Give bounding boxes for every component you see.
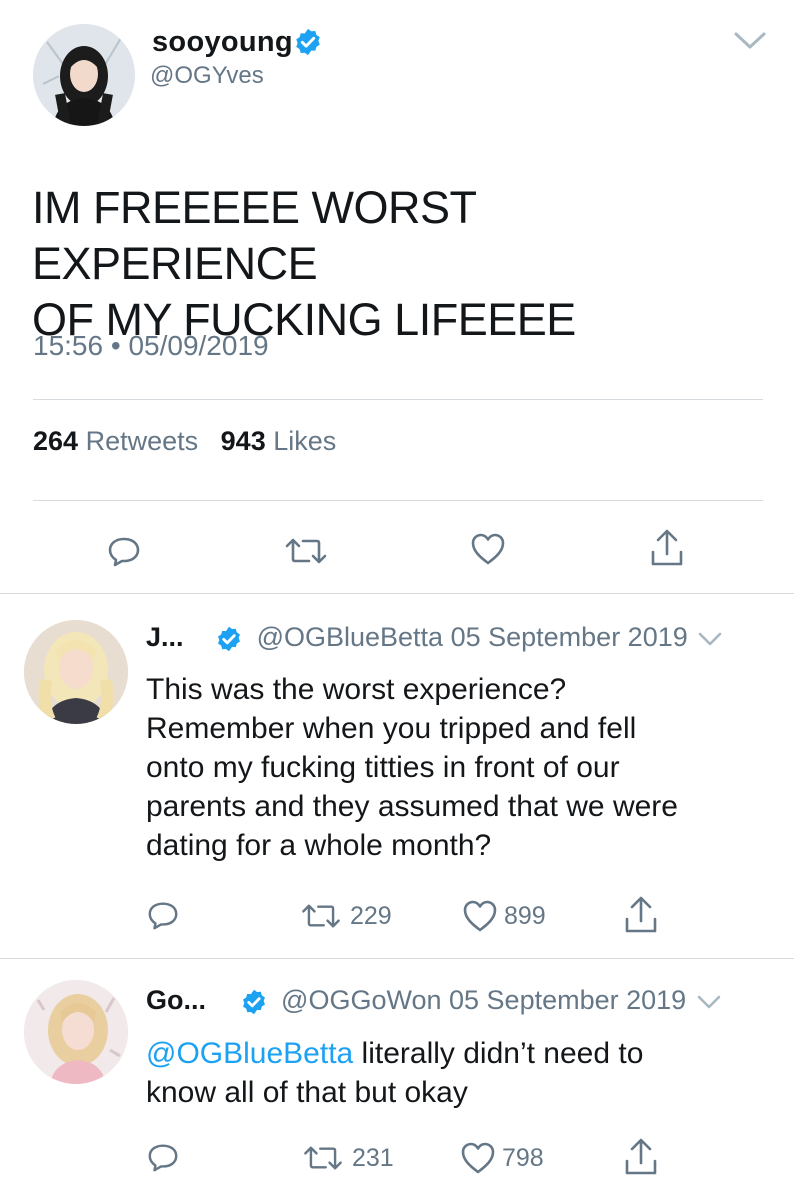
avatar-image [24, 620, 128, 724]
avatar-image [24, 980, 128, 1084]
verified-badge-icon [296, 28, 320, 56]
retweets-label[interactable]: Retweets [86, 426, 199, 456]
like-count: 899 [504, 902, 546, 930]
reply-author-handle[interactable]: @OGBlueBetta [257, 622, 444, 652]
reply-icon[interactable] [146, 1140, 180, 1174]
divider [0, 958, 794, 959]
reply-author-handle[interactable]: @OGGoWon [281, 985, 441, 1015]
reply-author-name[interactable]: Go... [146, 985, 206, 1015]
retweet-icon[interactable] [302, 1145, 344, 1171]
tweet-stats: 264 Retweets 943 Likes [33, 426, 336, 457]
divider [33, 500, 763, 501]
reply-text-line: This was the worst experience? [146, 673, 567, 706]
reply-text-line: parents and they assumed that we were [146, 790, 678, 823]
likes-count[interactable]: 943 [221, 426, 266, 456]
verified-badge-icon [242, 989, 265, 1015]
divider [33, 399, 763, 400]
chevron-down-icon[interactable] [733, 30, 767, 52]
tweet-time: 15:56 [33, 330, 104, 361]
tweet-timestamp: 15:56 • 05/09/2019 [33, 330, 269, 362]
reply-text-line: dating for a whole month? [146, 829, 492, 862]
tweet-text-line: IM FREEEEE WORST EXPERIENCE [32, 182, 476, 289]
author-handle[interactable]: @OGYves [150, 62, 264, 90]
reply-text-line: onto my fucking titties in front of our [146, 751, 620, 784]
avatar-image [33, 24, 135, 126]
like-icon[interactable] [462, 899, 498, 933]
reply-header: Go... @OGGoWon 05 September 2019 [146, 985, 722, 1016]
share-icon[interactable] [623, 1137, 659, 1177]
like-icon[interactable] [460, 1141, 496, 1175]
retweet-icon[interactable] [300, 903, 342, 929]
verified-badge-icon [218, 626, 241, 652]
chevron-down-icon[interactable] [696, 993, 722, 1011]
like-icon[interactable] [470, 532, 506, 566]
mention-link[interactable]: @OGBlueBetta [146, 1037, 353, 1070]
reply-text-line: @OGBlueBetta literally didn’t need to [146, 1034, 766, 1073]
retweet-icon[interactable] [284, 537, 328, 565]
retweet-count: 231 [352, 1144, 394, 1172]
reply-icon[interactable] [146, 898, 180, 932]
retweet-count: 229 [350, 902, 392, 930]
tweet-text: IM FREEEEE WORST EXPERIENCE OF MY FUCKIN… [32, 180, 752, 348]
reply-icon[interactable] [106, 533, 142, 569]
share-icon[interactable] [623, 895, 659, 935]
reply-text: @OGBlueBetta literally didn’t need to kn… [146, 1034, 766, 1112]
author-name[interactable]: sooyoung [152, 26, 293, 59]
divider [0, 593, 794, 594]
reply-avatar[interactable] [24, 980, 128, 1084]
tweet-date: 05/09/2019 [128, 330, 269, 361]
avatar[interactable] [33, 24, 135, 126]
reply-author-name[interactable]: J... [146, 622, 184, 652]
reply-avatar[interactable] [24, 620, 128, 724]
chevron-down-icon[interactable] [697, 630, 723, 648]
reply-text-line: Remember when you tripped and fell [146, 712, 637, 745]
reply-text-fragment: literally didn’t need to [353, 1037, 644, 1070]
like-count: 798 [502, 1144, 544, 1172]
reply-text: This was the worst experience? Remember … [146, 670, 766, 865]
separator-dot: • [110, 330, 129, 361]
reply-date: 05 September 2019 [449, 985, 687, 1015]
retweets-count[interactable]: 264 [33, 426, 78, 456]
likes-label[interactable]: Likes [273, 426, 336, 456]
reply-date: 05 September 2019 [450, 622, 688, 652]
share-icon[interactable] [649, 528, 685, 568]
reply-header: J... @OGBlueBetta 05 September 2019 [146, 622, 723, 653]
reply-text-line: know all of that but okay [146, 1076, 468, 1109]
